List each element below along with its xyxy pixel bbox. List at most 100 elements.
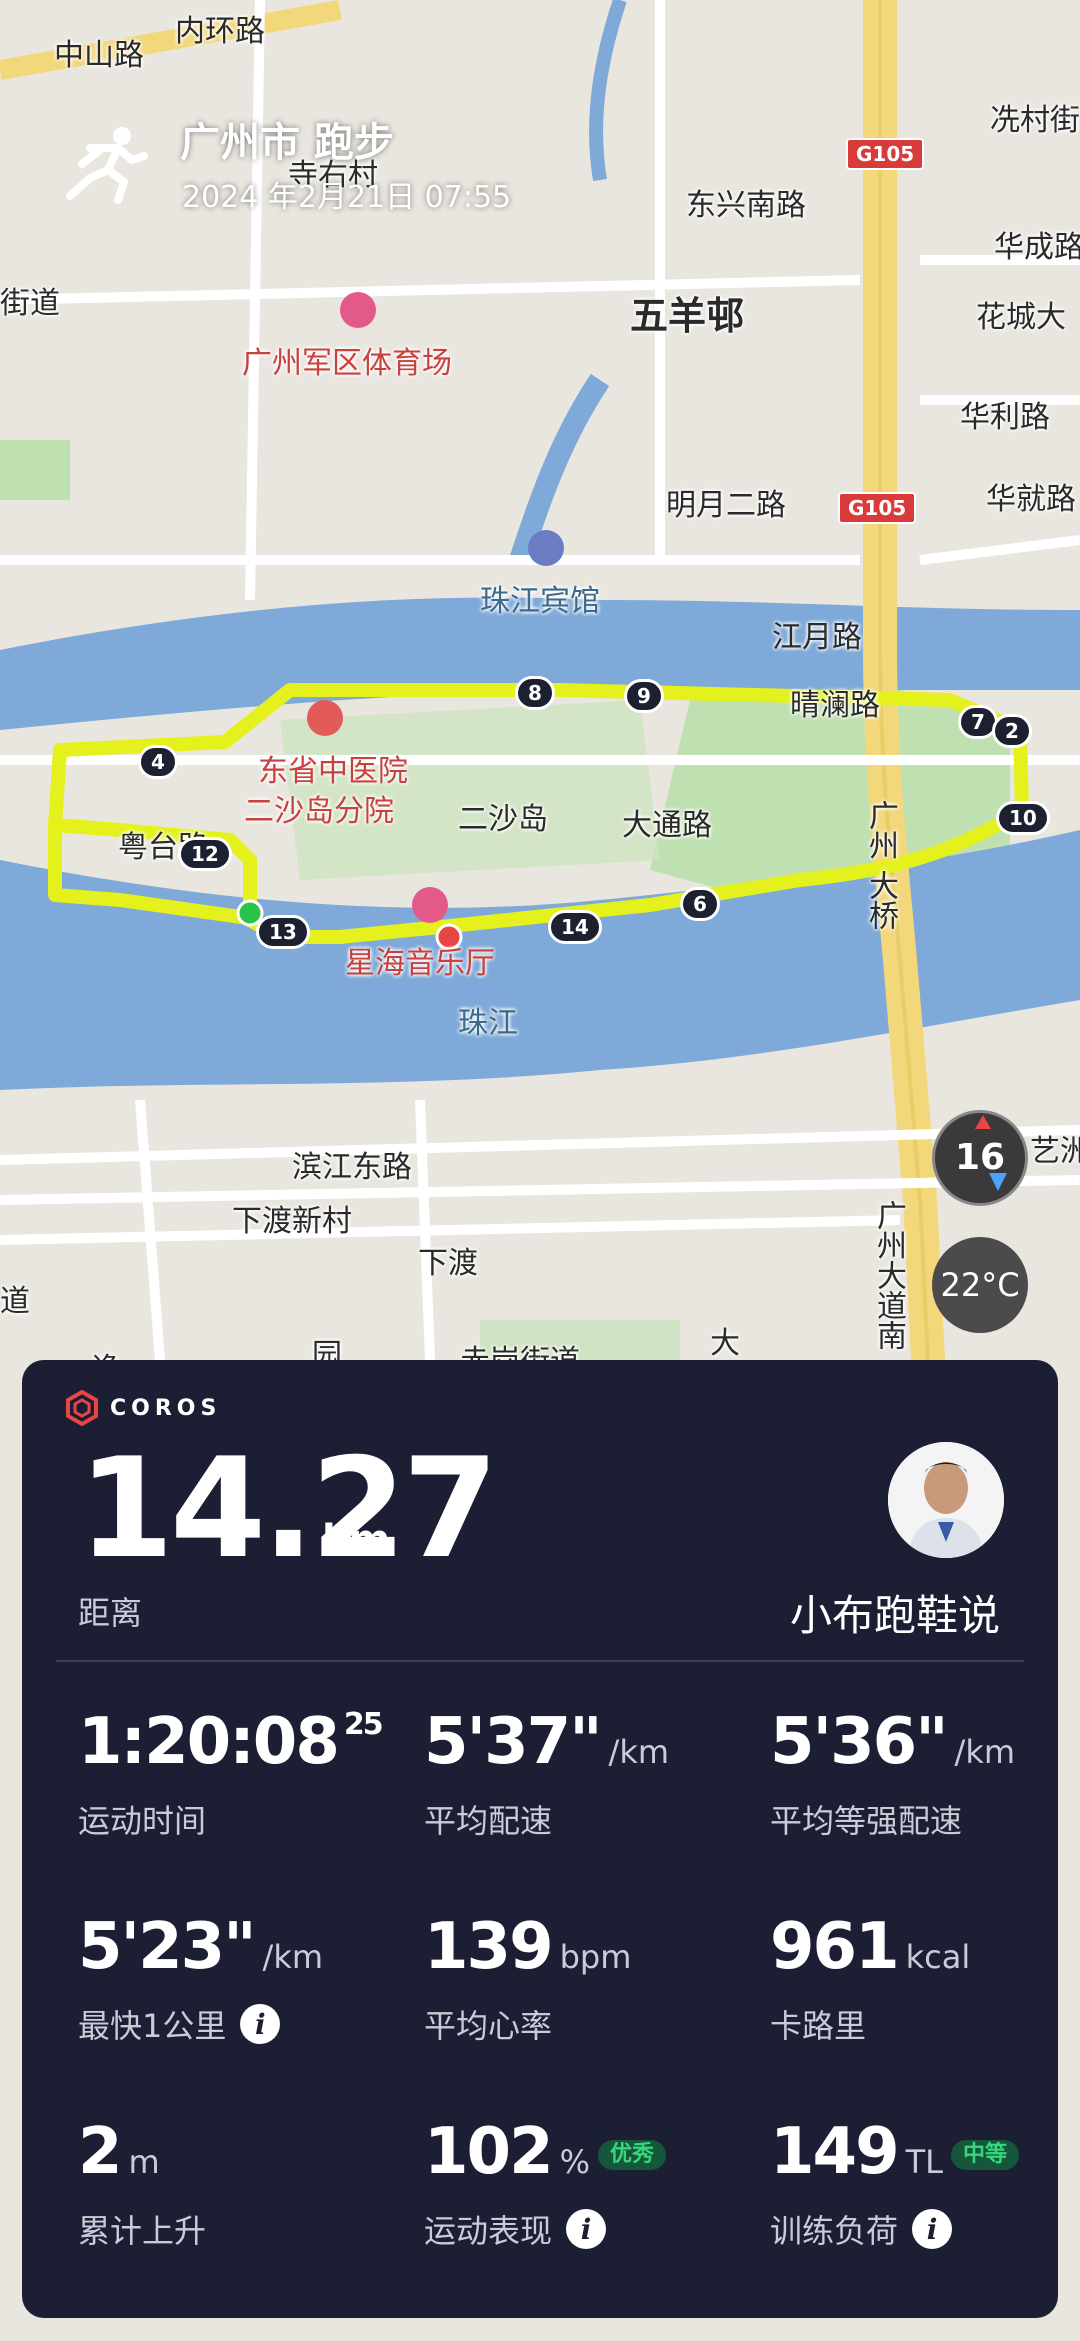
map-label-mingyue: 明月二路 bbox=[666, 488, 786, 523]
road-shield-g105-top: G105 bbox=[846, 138, 925, 170]
fastest-km-unit: /km bbox=[262, 1938, 324, 1976]
performance-value: 102 bbox=[424, 2115, 554, 2189]
performance-badge: 优秀 bbox=[598, 2140, 667, 2171]
map-label-huajiu: 华就路 bbox=[986, 482, 1076, 517]
km-marker-4[interactable]: 4 bbox=[138, 745, 178, 779]
avg-pace-label: 平均配速 bbox=[424, 1802, 553, 1840]
stat-avg-pace: 5'37"/km 平均配速 bbox=[424, 1710, 669, 1842]
map-label-huacheng: 华成路 bbox=[994, 230, 1080, 265]
divider bbox=[56, 1660, 1024, 1662]
km-marker-6[interactable]: 6 bbox=[680, 887, 720, 921]
activity-title: 广州市 跑步 bbox=[180, 120, 394, 166]
stat-performance: 102% 优秀 运动表现 i bbox=[424, 2120, 667, 2252]
map-label-huali: 华利路 bbox=[960, 400, 1050, 435]
map-label-binjiang: 滨江东路 bbox=[292, 1150, 412, 1185]
map-label-datong: 大通路 bbox=[622, 808, 712, 843]
map-label-daqiao: 大桥 bbox=[863, 870, 898, 930]
training-load-value: 149 bbox=[770, 2115, 900, 2189]
map-label-guangzhou: 广州 bbox=[863, 800, 898, 860]
km-marker-13[interactable]: 13 bbox=[256, 915, 310, 949]
avg-hr-value: 139 bbox=[424, 1910, 554, 1984]
ascent-label: 累计上升 bbox=[78, 2212, 207, 2250]
map-label-gzdadao: 广州大道南 bbox=[871, 1200, 906, 1350]
user-avatar-image bbox=[888, 1442, 1004, 1558]
km-marker-9[interactable]: 9 bbox=[624, 679, 664, 713]
fastest-km-value: 5'23" bbox=[78, 1910, 257, 1984]
stats-card: COROS 14.27 km 距离 小布跑鞋说 1:20:08 25 运动时间 5… bbox=[22, 1360, 1058, 2318]
avatar[interactable] bbox=[888, 1442, 1004, 1558]
map-label-dongxing: 东兴南路 bbox=[686, 188, 806, 223]
km-marker-2[interactable]: 2 bbox=[992, 714, 1032, 748]
stat-calories: 961 kcal 卡路里 bbox=[770, 1915, 970, 2047]
temperature-badge: 22°C bbox=[932, 1237, 1028, 1333]
info-icon[interactable]: i bbox=[912, 2209, 953, 2249]
km-marker-10[interactable]: 10 bbox=[996, 801, 1050, 835]
map-label-xiadu: 下渡 bbox=[418, 1246, 478, 1281]
km-marker-12[interactable]: 12 bbox=[178, 837, 232, 871]
duration-hundredths: 25 bbox=[343, 1707, 384, 1742]
north-indicator-icon bbox=[975, 1115, 991, 1129]
info-icon[interactable]: i bbox=[240, 2004, 281, 2044]
grade-pace-value: 5'36" bbox=[770, 1705, 949, 1779]
training-load-label: 训练负荷 bbox=[770, 2212, 899, 2250]
map-label-qingbo: 晴澜路 bbox=[790, 688, 880, 723]
map-label-wuyangcun: 五羊邨 bbox=[630, 294, 745, 338]
avg-pace-value: 5'37" bbox=[424, 1705, 603, 1779]
performance-label: 运动表现 bbox=[424, 2212, 553, 2250]
km-marker-14[interactable]: 14 bbox=[548, 910, 602, 944]
coros-logo: COROS bbox=[64, 1390, 221, 1426]
road-shield-g105-mid: G105 bbox=[838, 492, 917, 524]
ascent-value: 2 bbox=[78, 2115, 123, 2189]
stat-ascent: 2m 累计上升 bbox=[78, 2120, 206, 2252]
duration-label: 运动时间 bbox=[78, 1802, 207, 1840]
distance-label: 距离 bbox=[78, 1594, 143, 1632]
direction-arrow-icon bbox=[989, 1173, 1007, 1191]
map-label-concert-hall: 星海音乐厅 bbox=[345, 946, 495, 981]
duration-value: 1:20:08 bbox=[78, 1705, 340, 1779]
avg-pace-unit: /km bbox=[608, 1733, 670, 1771]
stat-duration: 1:20:08 25 运动时间 bbox=[78, 1707, 384, 1842]
fastest-km-label: 最快1公里 bbox=[78, 2007, 227, 2045]
map-label-pearl-river: 珠江 bbox=[458, 1006, 518, 1041]
avg-hr-label: 平均心率 bbox=[424, 2007, 553, 2045]
map-label-da: 大 bbox=[710, 1326, 740, 1361]
brand-name: COROS bbox=[110, 1395, 222, 1421]
performance-unit: % bbox=[559, 2143, 590, 2181]
grade-pace-unit: /km bbox=[954, 1733, 1016, 1771]
map-label-hospital-1: 东省中医院 bbox=[258, 754, 408, 789]
distance-unit: km bbox=[322, 1517, 391, 1563]
map-label-dao: 道 bbox=[0, 1284, 30, 1319]
map-label-hotel: 珠江宾馆 bbox=[480, 584, 600, 619]
info-icon[interactable]: i bbox=[566, 2209, 607, 2249]
avg-hr-unit: bpm bbox=[559, 1938, 632, 1976]
ascent-unit: m bbox=[128, 2143, 160, 2181]
stat-grade-pace: 5'36"/km 平均等强配速 bbox=[770, 1710, 1015, 1842]
coros-logo-icon bbox=[66, 1390, 98, 1426]
map-label-neihuan: 内环路 bbox=[175, 14, 265, 49]
calories-label: 卡路里 bbox=[770, 2007, 867, 2045]
stat-avg-hr: 139 bpm 平均心率 bbox=[424, 1915, 631, 2047]
compass-value: 16 bbox=[954, 1137, 1006, 1178]
map-label-zhongshan: 中山路 bbox=[54, 38, 144, 73]
map-label-jiangyue: 江月路 bbox=[772, 620, 862, 655]
compass-button[interactable]: 16 bbox=[932, 1110, 1028, 1206]
training-load-unit: TL bbox=[905, 2143, 943, 2181]
stat-training-load: 149 TL 中等 训练负荷 i bbox=[770, 2120, 1019, 2252]
map-label-stadium: 广州军区体育场 bbox=[242, 346, 452, 381]
activity-date: 2024 年2月21日 07:55 bbox=[182, 180, 512, 215]
map-label-hospital-2: 二沙岛分院 bbox=[244, 794, 394, 829]
grade-pace-label: 平均等强配速 bbox=[770, 1802, 963, 1840]
map-label-ershadao: 二沙岛 bbox=[458, 802, 548, 837]
map-label-xiadu-village: 下渡新村 bbox=[232, 1204, 352, 1239]
km-marker-8[interactable]: 8 bbox=[515, 676, 555, 710]
stat-fastest-km: 5'23"/km 最快1公里 i bbox=[78, 1915, 323, 2047]
runner-icon bbox=[66, 127, 148, 204]
map-label-xiancun: 冼村街 bbox=[990, 103, 1080, 138]
map-label-jiedao: 街道 bbox=[0, 286, 60, 321]
map-label-zhizhou: 艺洲 bbox=[1030, 1134, 1080, 1169]
map-label-huachengda: 花城大 bbox=[976, 300, 1066, 335]
calories-unit: kcal bbox=[905, 1938, 971, 1976]
calories-value: 961 bbox=[770, 1910, 900, 1984]
distance-value: 14.27 bbox=[78, 1428, 499, 1589]
user-name: 小布跑鞋说 bbox=[789, 1591, 1000, 1640]
